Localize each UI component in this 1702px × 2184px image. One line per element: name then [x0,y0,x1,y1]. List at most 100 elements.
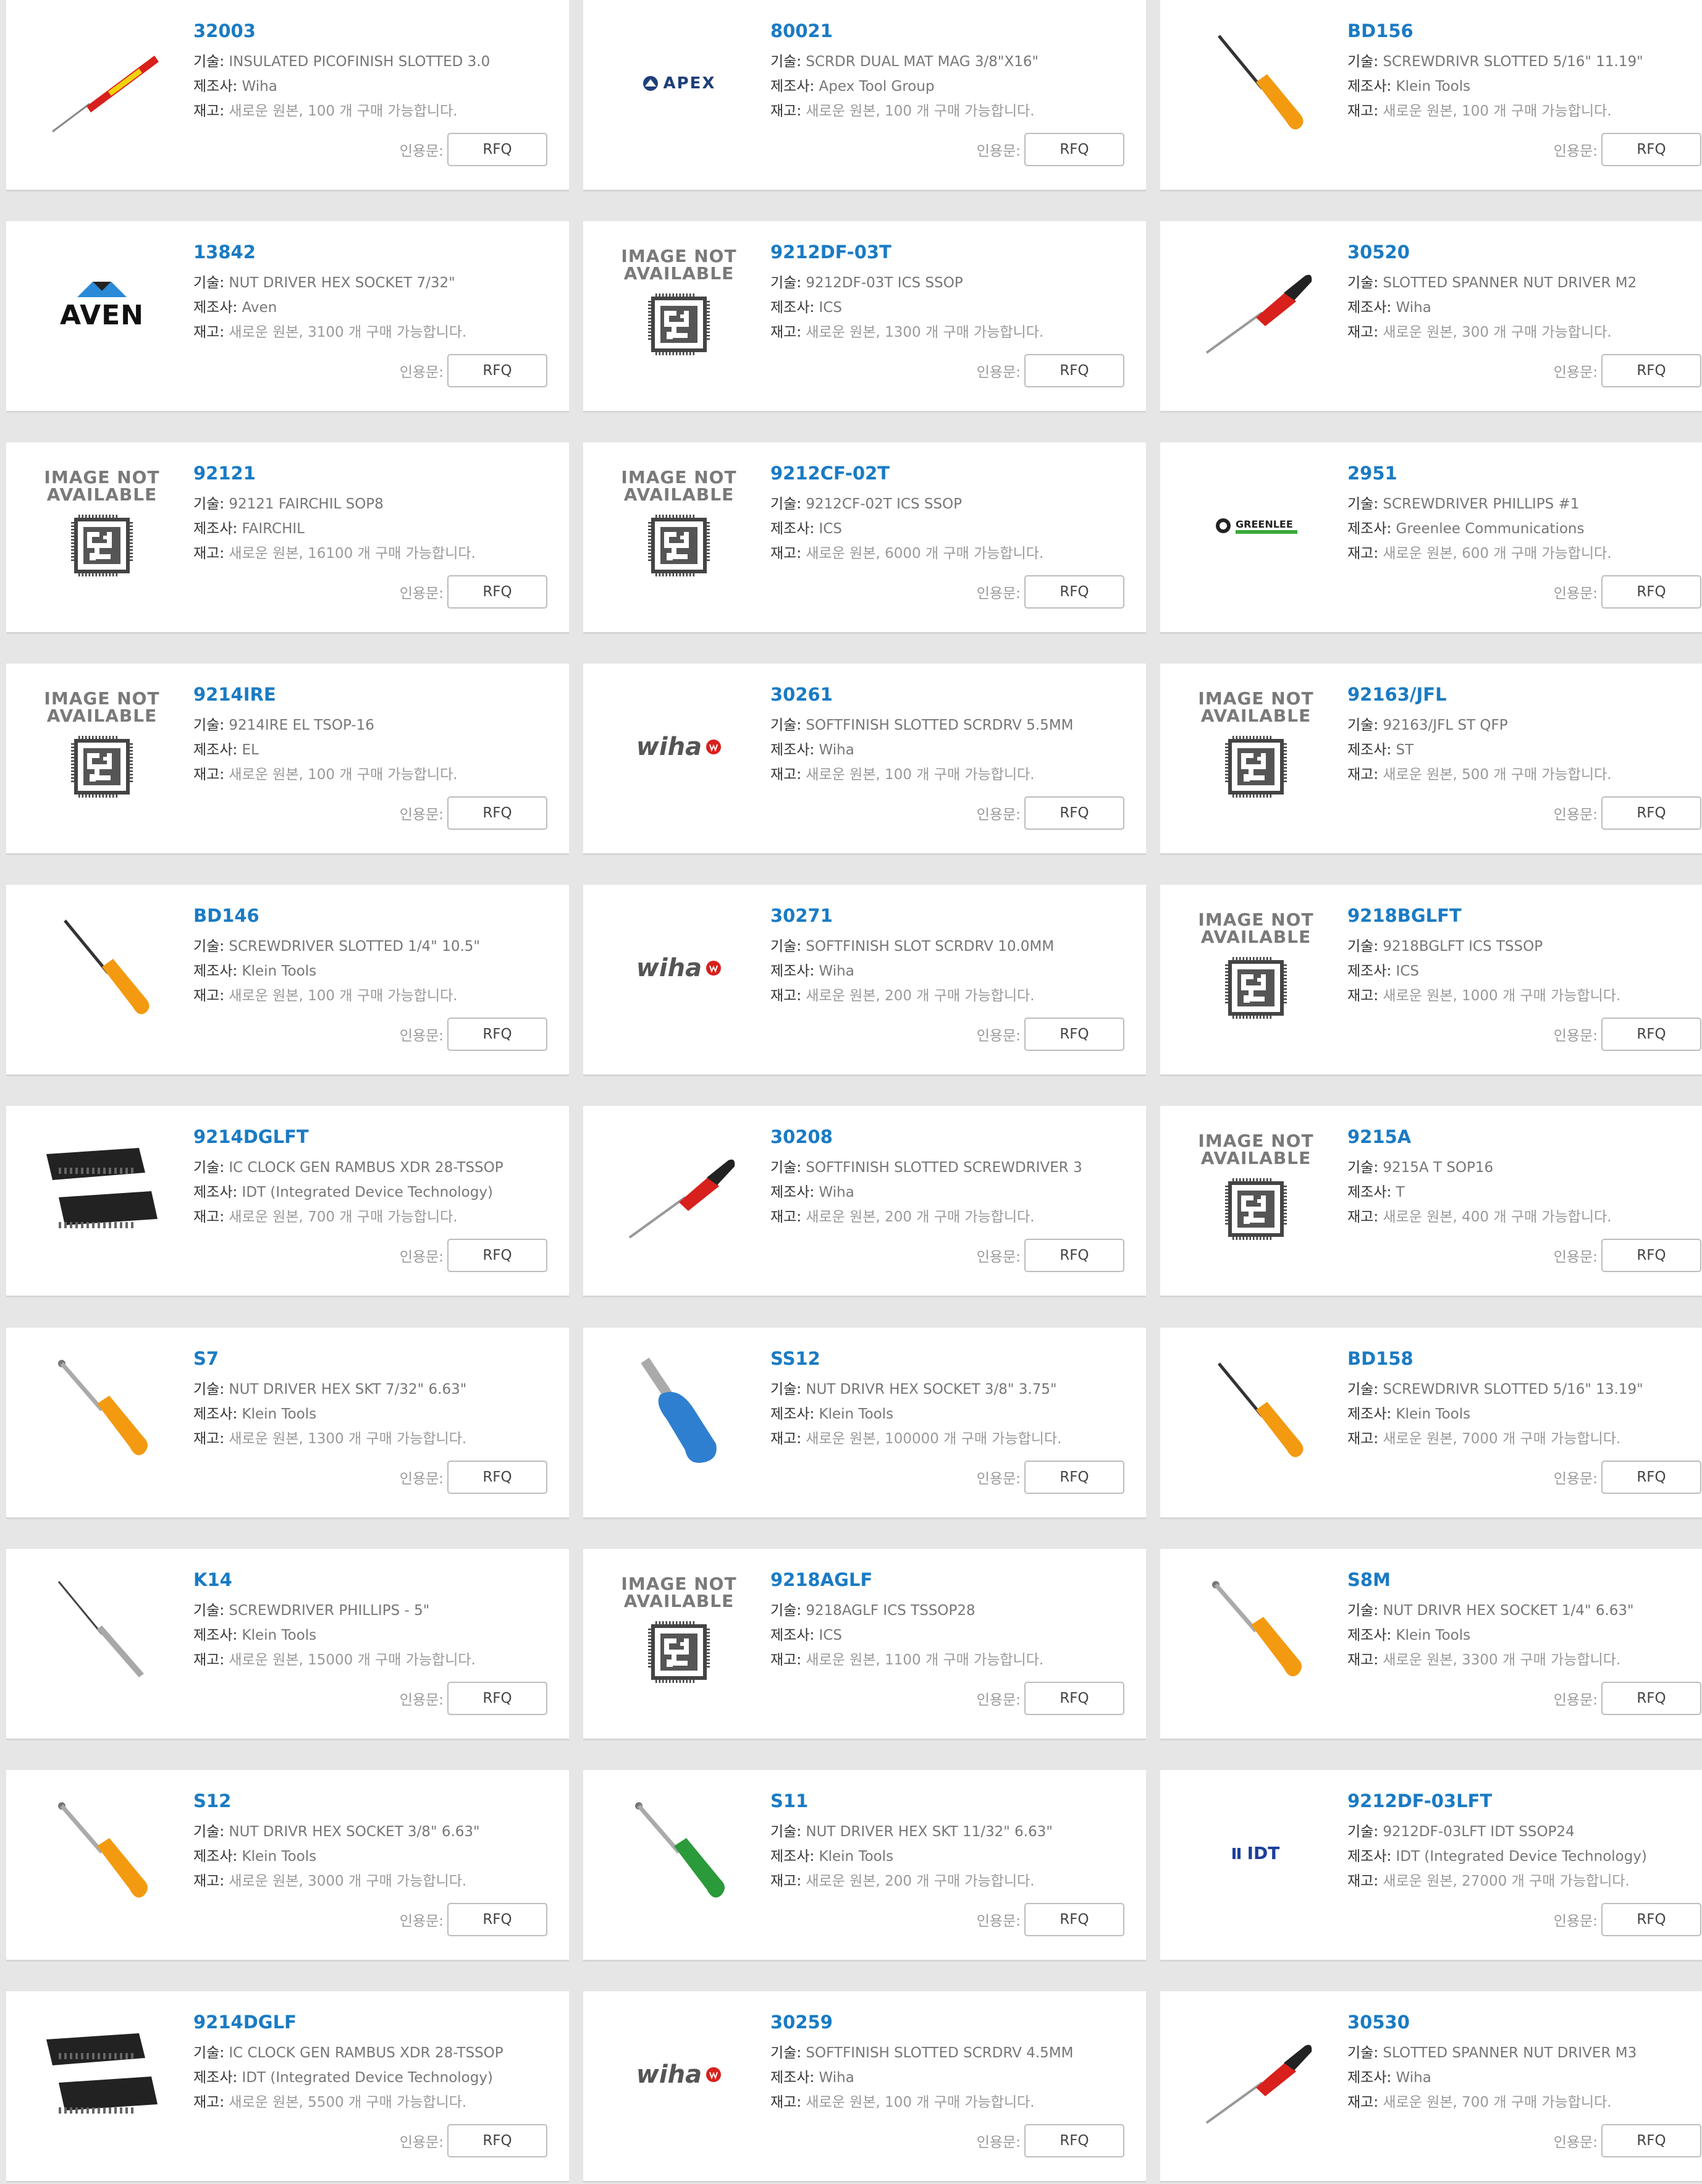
part-number-link[interactable]: 9212CF-02T [770,461,1127,486]
product-image[interactable] [31,25,173,142]
product-image[interactable] [1185,246,1327,363]
rfq-button[interactable]: RFQ [1601,354,1701,388]
part-number-link[interactable]: 30208 [770,1124,1127,1149]
rfq-button[interactable]: RFQ [1024,2123,1124,2157]
rfq-button[interactable]: RFQ [447,1018,547,1052]
rfq-button[interactable]: RFQ [447,133,547,166]
manufacturer-line: 제조사: ICS [1347,959,1702,984]
product-image[interactable] [608,1352,750,1470]
product-image[interactable]: GREENLEE [1185,467,1327,584]
rfq-button[interactable]: RFQ [1024,1902,1124,1936]
rfq-button[interactable]: RFQ [1024,1018,1124,1052]
part-number-link[interactable]: 92163/JFL [1347,682,1702,707]
rfq-button[interactable]: RFQ [1024,1460,1124,1494]
part-number-link[interactable]: S8M [1347,1567,1702,1592]
part-number-link[interactable]: 9212DF-03T [770,240,1127,264]
part-number-link[interactable]: 32003 [193,19,550,43]
product-image[interactable]: IDT [1185,1795,1327,1912]
rfq-button[interactable]: RFQ [447,354,547,388]
part-number-link[interactable]: 9214DGLFT [193,1124,550,1149]
part-number-link[interactable]: BD158 [1347,1346,1702,1371]
rfq-button[interactable]: RFQ [447,575,547,609]
description-label: 기술: [1347,2044,1379,2061]
description-label: 기술: [193,275,225,292]
rfq-button[interactable]: RFQ [1601,133,1701,166]
manufacturer-line: 제조사: Wiha [770,2065,1127,2090]
quote-row: 인용문: RFQ [400,1902,547,1936]
part-number-link[interactable]: 9218BGLFT [1347,903,1702,928]
product-image[interactable] [31,1795,173,1912]
part-number-link[interactable]: 9212DF-03LFT [1347,1789,1702,1813]
description-value: NUT DRIVER HEX SKT 7/32" 6.63" [229,1381,467,1398]
rfq-button[interactable]: RFQ [447,1460,547,1494]
part-number-link[interactable]: 9215A [1347,1124,1702,1149]
manufacturer-line: 제조사: Wiha [770,738,1127,762]
rfq-button[interactable]: RFQ [1024,354,1124,388]
product-image[interactable] [1185,1352,1327,1470]
product-image[interactable]: IMAGE NOT AVAILABLE [31,688,173,806]
product-image[interactable] [1185,2016,1327,2133]
part-number-link[interactable]: 9218AGLF [770,1567,1127,1592]
product-image[interactable]: IMAGE NOT AVAILABLE [608,1574,750,1691]
product-image[interactable]: IMAGE NOT AVAILABLE [608,467,750,584]
product-image[interactable]: IMAGE NOT AVAILABLE [31,467,173,584]
part-number-link[interactable]: S12 [193,1789,550,1813]
rfq-button[interactable]: RFQ [1601,1902,1701,1936]
product-image[interactable] [608,1131,750,1248]
rfq-button[interactable]: RFQ [1024,133,1124,166]
part-number-link[interactable]: 9214IRE [193,682,550,707]
rfq-button[interactable]: RFQ [1024,1239,1124,1273]
rfq-button[interactable]: RFQ [1601,1239,1701,1273]
rfq-button[interactable]: RFQ [1601,796,1701,830]
part-number-link[interactable]: S7 [193,1346,550,1371]
product-image[interactable]: wiha [608,2016,750,2133]
rfq-button[interactable]: RFQ [1024,1681,1124,1715]
rfq-button[interactable]: RFQ [1601,1018,1701,1052]
product-image[interactable]: wiha [608,688,750,806]
part-number-link[interactable]: 30259 [770,2010,1127,2034]
product-image[interactable]: IMAGE NOT AVAILABLE [1185,909,1327,1027]
product-image[interactable]: wiha [608,909,750,1027]
stock-prefix: 새로운 원본, [806,103,880,119]
rfq-button[interactable]: RFQ [1024,575,1124,609]
part-number-link[interactable]: S11 [770,1789,1127,1813]
rfq-button[interactable]: RFQ [1601,575,1701,609]
part-number-link[interactable]: 30261 [770,682,1127,707]
part-number-link[interactable]: BD156 [1347,19,1702,43]
part-number-link[interactable]: 30271 [770,903,1127,928]
rfq-button[interactable]: RFQ [1601,1460,1701,1494]
ina-text-2: AVAILABLE [623,484,735,505]
part-number-link[interactable]: 92121 [193,461,550,486]
product-image[interactable] [1185,25,1327,142]
rfq-button[interactable]: RFQ [447,1239,547,1273]
part-number-link[interactable]: 9214DGLF [193,2010,550,2034]
part-number-link[interactable]: 30530 [1347,2010,1702,2034]
part-number-link[interactable]: 80021 [770,19,1127,43]
rfq-button[interactable]: RFQ [447,1902,547,1936]
product-image[interactable] [31,909,173,1027]
part-number-link[interactable]: 30520 [1347,240,1702,264]
part-number-link[interactable]: SS12 [770,1346,1127,1371]
rfq-button[interactable]: RFQ [447,796,547,830]
rfq-button[interactable]: RFQ [1601,2123,1701,2157]
product-image[interactable]: IMAGE NOT AVAILABLE [1185,1131,1327,1248]
part-number-link[interactable]: BD146 [193,903,550,928]
rfq-button[interactable]: RFQ [1024,796,1124,830]
product-image[interactable]: IMAGE NOT AVAILABLE [608,246,750,363]
product-image[interactable] [31,1131,173,1248]
product-image[interactable]: AVEN [31,246,173,363]
rfq-button[interactable]: RFQ [1601,1681,1701,1715]
part-number-link[interactable]: 13842 [193,240,550,264]
manufacturer-value: ST [1396,742,1414,759]
product-image[interactable] [31,2016,173,2133]
product-image[interactable] [31,1574,173,1691]
part-number-link[interactable]: K14 [193,1567,550,1592]
product-image[interactable]: IMAGE NOT AVAILABLE [1185,688,1327,806]
rfq-button[interactable]: RFQ [447,1681,547,1715]
part-number-link[interactable]: 2951 [1347,461,1702,486]
product-image[interactable] [31,1352,173,1470]
rfq-button[interactable]: RFQ [447,2123,547,2157]
product-image[interactable] [1185,1574,1327,1691]
product-image[interactable]: APEX [608,25,750,142]
product-image[interactable] [608,1795,750,1912]
